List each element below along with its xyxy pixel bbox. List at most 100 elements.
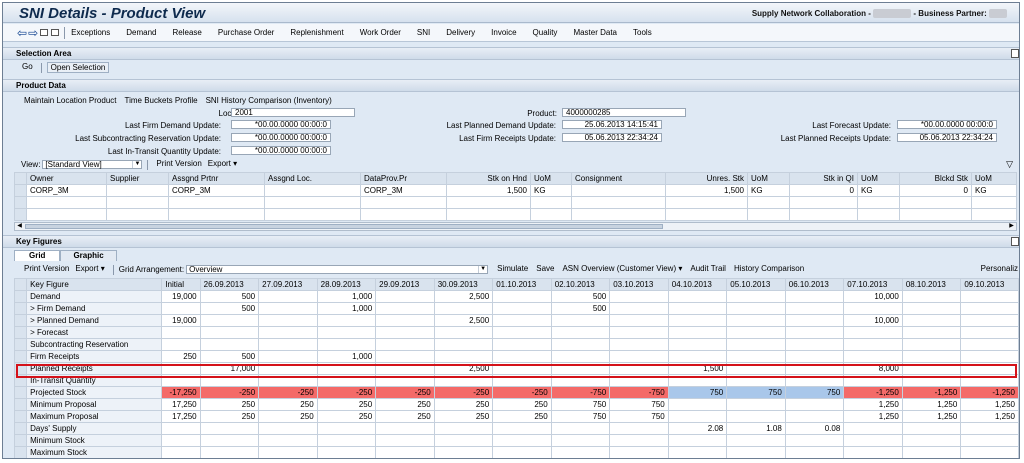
key-figure-cell[interactable] bbox=[492, 350, 552, 363]
row-selector[interactable] bbox=[13, 314, 28, 327]
key-figure-cell[interactable]: 1,250 bbox=[901, 398, 962, 411]
key-figure-cell[interactable]: 500 bbox=[199, 290, 260, 303]
key-figure-cell[interactable]: 19,000 bbox=[161, 314, 201, 327]
key-figure-cell[interactable] bbox=[784, 410, 845, 423]
key-figure-cell[interactable] bbox=[726, 326, 786, 339]
key-figure-cell[interactable]: 250 bbox=[258, 398, 318, 411]
key-figure-cell[interactable] bbox=[199, 422, 260, 435]
key-figure-cell[interactable]: 250 bbox=[199, 398, 260, 411]
menu-tools[interactable]: Tools bbox=[633, 28, 652, 37]
key-figure-cell[interactable] bbox=[960, 362, 1019, 375]
key-figure-cell[interactable] bbox=[667, 410, 728, 423]
column-header[interactable]: 08.10.2013 bbox=[901, 278, 962, 291]
key-figure-row[interactable]: Days' Supply 2.08 1.08 0.08 bbox=[13, 422, 1019, 435]
column-header[interactable]: Stk in QI bbox=[789, 172, 858, 185]
key-figure-cell[interactable] bbox=[667, 338, 728, 351]
menu-quality[interactable]: Quality bbox=[533, 28, 558, 37]
key-figure-cell[interactable] bbox=[960, 446, 1019, 458]
key-figure-cell[interactable] bbox=[784, 338, 845, 351]
key-figure-cell[interactable] bbox=[901, 314, 962, 327]
key-figure-cell[interactable] bbox=[199, 434, 260, 447]
key-figure-cell[interactable] bbox=[784, 374, 845, 387]
key-figure-cell[interactable] bbox=[550, 350, 611, 363]
key-figure-cell[interactable] bbox=[960, 422, 1019, 435]
key-figure-cell[interactable] bbox=[375, 326, 435, 339]
key-figure-cell[interactable]: 750 bbox=[550, 398, 611, 411]
key-figure-cell[interactable]: 1,250 bbox=[843, 398, 903, 411]
last-forecast-field[interactable]: *00.00.0000 00:00:0 bbox=[897, 120, 997, 129]
key-figure-row[interactable]: In-Transit Quantity bbox=[13, 374, 1019, 387]
key-figure-cell[interactable]: 0.08 bbox=[784, 422, 845, 435]
menu-master-data[interactable]: Master Data bbox=[573, 28, 617, 37]
key-figure-cell[interactable] bbox=[433, 374, 494, 387]
last-in-transit-field[interactable]: *00.00.0000 00:00:0 bbox=[231, 146, 331, 155]
key-figure-cell[interactable]: 1.08 bbox=[726, 422, 786, 435]
key-figure-cell[interactable]: 750 bbox=[609, 410, 669, 423]
column-header[interactable]: Initial bbox=[161, 278, 201, 291]
key-figure-cell[interactable] bbox=[667, 290, 728, 303]
scroll-left-icon[interactable]: ◀ bbox=[15, 223, 24, 230]
print-version-button[interactable]: Print Version bbox=[21, 264, 72, 275]
column-header[interactable]: Unres. Stk bbox=[665, 172, 748, 185]
key-figure-cell[interactable] bbox=[258, 338, 318, 351]
key-figure-cell[interactable] bbox=[843, 326, 903, 339]
key-figure-cell[interactable] bbox=[433, 338, 494, 351]
key-figure-cell[interactable] bbox=[901, 290, 962, 303]
column-header[interactable]: 01.10.2013 bbox=[492, 278, 552, 291]
horizontal-scrollbar[interactable]: ◀ ▶ bbox=[14, 222, 1017, 231]
key-figure-cell[interactable] bbox=[375, 350, 435, 363]
key-figure-cell[interactable]: 250 bbox=[316, 410, 377, 423]
key-figure-cell[interactable]: 17,000 bbox=[199, 362, 260, 375]
key-figure-cell[interactable] bbox=[375, 422, 435, 435]
key-figure-cell[interactable] bbox=[375, 446, 435, 458]
key-figure-cell[interactable] bbox=[960, 434, 1019, 447]
key-figure-cell[interactable] bbox=[667, 326, 728, 339]
key-figure-cell[interactable] bbox=[667, 374, 728, 387]
column-header[interactable]: 02.10.2013 bbox=[550, 278, 611, 291]
key-figure-cell[interactable] bbox=[316, 374, 377, 387]
key-figure-cell[interactable] bbox=[726, 290, 786, 303]
key-figure-row[interactable]: > Planned Demand 19,000 2,500 10,000 bbox=[13, 314, 1019, 327]
key-figure-cell[interactable] bbox=[375, 434, 435, 447]
key-figure-cell[interactable]: 250 bbox=[433, 398, 494, 411]
filter-icon[interactable]: ▽ bbox=[1006, 159, 1013, 170]
key-figure-cell[interactable] bbox=[258, 326, 318, 339]
key-figure-cell[interactable] bbox=[667, 350, 728, 363]
menu-delivery[interactable]: Delivery bbox=[446, 28, 475, 37]
go-button[interactable]: Go bbox=[19, 62, 36, 73]
key-figure-cell[interactable] bbox=[726, 362, 786, 375]
key-figure-cell[interactable]: -250 bbox=[316, 386, 377, 399]
export-button[interactable]: Export ▾ bbox=[72, 264, 107, 275]
forward-arrow-icon[interactable]: ⇨ bbox=[28, 27, 38, 39]
column-header[interactable]: UoM bbox=[747, 172, 790, 185]
key-figure-cell[interactable] bbox=[726, 350, 786, 363]
key-figure-cell[interactable] bbox=[316, 326, 377, 339]
key-figure-cell[interactable]: 1,250 bbox=[960, 398, 1019, 411]
key-figure-cell[interactable]: 1,250 bbox=[960, 410, 1019, 423]
key-figure-cell[interactable] bbox=[316, 362, 377, 375]
key-figure-cell[interactable] bbox=[784, 326, 845, 339]
key-figure-cell[interactable]: -1,250 bbox=[901, 386, 962, 399]
key-figure-cell[interactable] bbox=[784, 350, 845, 363]
key-figure-cell[interactable] bbox=[901, 374, 962, 387]
key-figure-cell[interactable] bbox=[316, 434, 377, 447]
column-header[interactable]: UoM bbox=[857, 172, 900, 185]
row-selector[interactable] bbox=[13, 302, 28, 315]
key-figure-cell[interactable] bbox=[492, 362, 552, 375]
menu-purchase-order[interactable]: Purchase Order bbox=[218, 28, 274, 37]
column-header[interactable]: Owner bbox=[26, 172, 107, 185]
key-figure-cell[interactable] bbox=[667, 314, 728, 327]
key-figure-row[interactable]: > Forecast bbox=[13, 326, 1019, 339]
key-figure-cell[interactable] bbox=[433, 434, 494, 447]
key-figure-cell[interactable] bbox=[433, 350, 494, 363]
row-selector[interactable] bbox=[13, 326, 28, 339]
key-figure-row[interactable]: Maximum Proposal 17,250 250 250 250 250 250 250… bbox=[13, 410, 1019, 423]
save-button[interactable]: Save bbox=[533, 264, 557, 275]
key-figure-cell[interactable] bbox=[492, 290, 552, 303]
column-header[interactable]: 30.09.2013 bbox=[433, 278, 494, 291]
key-figure-cell[interactable] bbox=[784, 398, 845, 411]
collapse-icon[interactable] bbox=[1011, 49, 1019, 58]
key-figure-cell[interactable] bbox=[550, 434, 611, 447]
key-figure-cell[interactable] bbox=[492, 326, 552, 339]
key-figure-cell[interactable] bbox=[784, 290, 845, 303]
